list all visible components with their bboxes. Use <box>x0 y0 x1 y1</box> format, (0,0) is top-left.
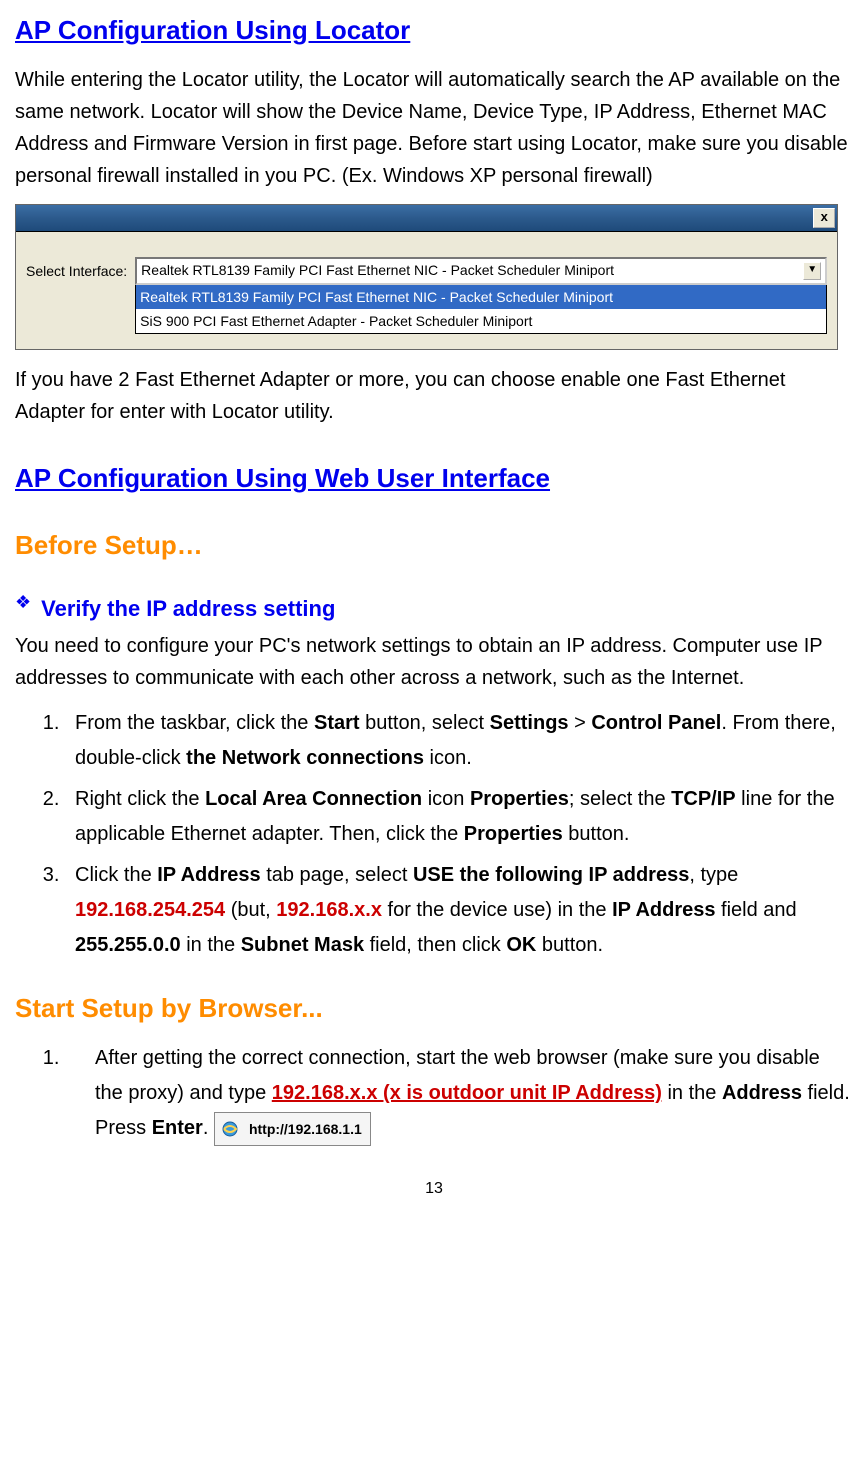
step-1-browser-start: After getting the correct connection, st… <box>65 1041 853 1146</box>
step-1-start-settings: From the taskbar, click the Start button… <box>65 706 853 776</box>
paragraph-verify-ip: You need to configure your PC's network … <box>15 630 853 694</box>
paragraph-intro-locator: While entering the Locator utility, the … <box>15 64 853 192</box>
diamond-bullet-icon: ❖ <box>15 588 31 617</box>
page-number: 13 <box>15 1176 853 1202</box>
heading-ap-config-web[interactable]: AP Configuration Using Web User Interfac… <box>15 463 550 493</box>
dialog-titlebar: x <box>16 205 837 232</box>
ie-url-text: http://192.168.1.1 <box>243 1117 368 1142</box>
paragraph-multi-adapter: If you have 2 Fast Ethernet Adapter or m… <box>15 364 853 428</box>
step-2-local-area: Right click the Local Area Connection ic… <box>65 782 853 852</box>
select-interface-dialog: x Select Interface: Realtek RTL8139 Fami… <box>15 204 838 351</box>
ie-icon <box>221 1120 239 1138</box>
ie-address-bar: http://192.168.1.1 <box>214 1112 371 1146</box>
interface-select[interactable]: Realtek RTL8139 Family PCI Fast Ethernet… <box>135 257 827 285</box>
dropdown-arrow-icon[interactable]: ▼ <box>803 262 821 280</box>
heading-start-setup-browser: Start Setup by Browser... <box>15 988 853 1030</box>
interface-dropdown-list: Realtek RTL8139 Family PCI Fast Ethernet… <box>135 285 827 335</box>
subheading-verify-ip: Verify the IP address setting <box>41 591 335 626</box>
interface-option[interactable]: SiS 900 PCI Fast Ethernet Adapter - Pack… <box>136 309 826 333</box>
heading-ap-config-locator[interactable]: AP Configuration Using Locator <box>15 15 410 45</box>
select-interface-label: Select Interface: <box>26 257 127 282</box>
step-3-ip-address: Click the IP Address tab page, select US… <box>65 858 853 963</box>
interface-option[interactable]: Realtek RTL8139 Family PCI Fast Ethernet… <box>136 285 826 309</box>
interface-selected-value: Realtek RTL8139 Family PCI Fast Ethernet… <box>141 259 614 281</box>
close-button[interactable]: x <box>813 208 835 228</box>
heading-before-setup: Before Setup… <box>15 525 853 567</box>
